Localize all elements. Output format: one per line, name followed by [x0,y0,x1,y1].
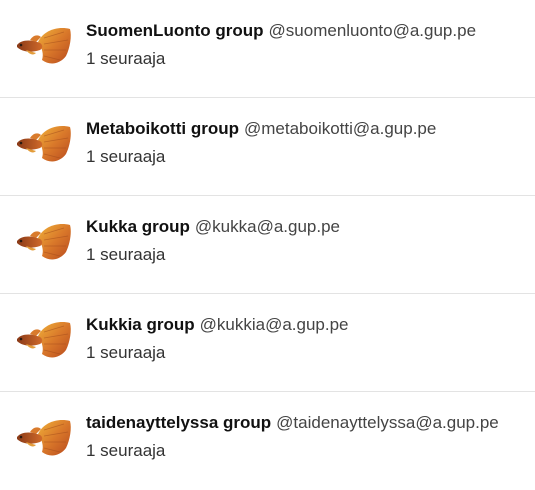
list-item[interactable]: taidenayttelyssa group @taidenayttelyssa@… [0,392,535,490]
follower-count: 1 seuraaja [86,441,166,460]
group-name[interactable]: Kukka group [86,217,190,236]
guppy-fish-icon[interactable] [14,124,74,164]
group-name[interactable]: SuomenLuonto group [86,21,264,40]
guppy-fish-icon[interactable] [14,320,74,360]
group-handle: @taidenayttelyssa@a.gup.pe [276,413,499,432]
group-handle: @suomenluonto@a.gup.pe [268,21,477,40]
group-handle: @kukka@a.gup.pe [194,217,341,236]
list-item[interactable]: Kukkia group @kukkia@a.gup.pe 1 seuraaja [0,294,535,392]
name-line: Metaboikotti group @metaboikotti@a.gup.pe [86,118,436,140]
follower-count: 1 seuraaja [86,245,166,264]
list-item[interactable]: SuomenLuonto group @suomenluonto@a.gup.pe… [0,0,535,98]
list-item[interactable]: Kukka group @kukka@a.gup.pe 1 seuraaja [0,196,535,294]
group-name[interactable]: taidenayttelyssa group [86,413,271,432]
guppy-fish-icon[interactable] [14,418,74,458]
group-handle: @kukkia@a.gup.pe [199,315,349,334]
name-line: Kukkia group @kukkia@a.gup.pe [86,314,349,336]
name-line: taidenayttelyssa group @taidenayttelyssa@… [86,412,499,434]
group-list: SuomenLuonto group @suomenluonto@a.gup.pe… [0,0,535,490]
follower-count: 1 seuraaja [86,49,166,68]
guppy-fish-icon[interactable] [14,222,74,262]
name-line: SuomenLuonto group @suomenluonto@a.gup.pe [86,20,476,42]
follower-count: 1 seuraaja [86,343,166,362]
list-item[interactable]: Metaboikotti group @metaboikotti@a.gup.pe… [0,98,535,196]
guppy-fish-icon[interactable] [14,26,74,66]
group-handle: @metaboikotti@a.gup.pe [243,119,437,138]
follower-count: 1 seuraaja [86,147,166,166]
group-name[interactable]: Kukkia group [86,315,195,334]
name-line: Kukka group @kukka@a.gup.pe [86,216,340,238]
group-name[interactable]: Metaboikotti group [86,119,239,138]
